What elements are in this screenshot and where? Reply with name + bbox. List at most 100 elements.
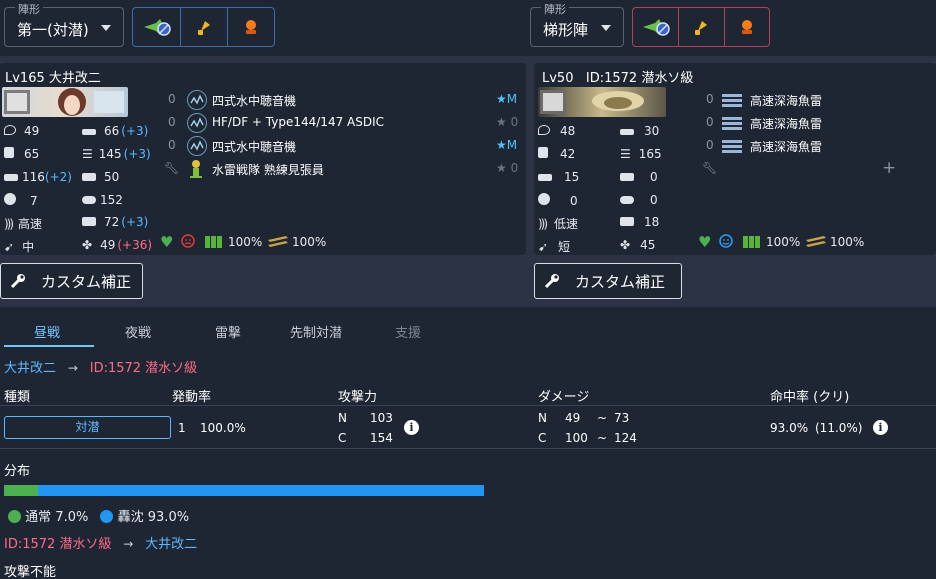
- power-normal-value: 103: [370, 411, 393, 425]
- no-aircraft-toggle[interactable]: [133, 8, 180, 46]
- equipment-name: 水雷戦隊 熟練見張員: [212, 163, 324, 177]
- searchlight-toggle[interactable]: [180, 8, 227, 46]
- searchlight-toggle[interactable]: [678, 8, 723, 46]
- defender-link[interactable]: ID:1572 潜水ソ級: [90, 361, 197, 376]
- enemy-ship-card: Lv50 ID:1572 潜水ソ級 48 42 15 0 ))) 低速 ➹ 短 30…: [534, 63, 936, 255]
- tab-night-battle[interactable]: 夜戦: [125, 322, 151, 341]
- normal-pct: 7.0%: [55, 510, 89, 525]
- range-value: 中: [22, 240, 35, 254]
- lookout-icon: [188, 159, 204, 182]
- tab-torpedo[interactable]: 雷撃: [215, 322, 241, 341]
- equipment-slot[interactable]: 0 高速深海魚雷: [698, 136, 934, 160]
- equipment-slot[interactable]: 0 高速深海魚雷: [698, 90, 934, 114]
- tab-day-battle[interactable]: 昼戦: [34, 322, 60, 341]
- slot-count: 0: [168, 115, 176, 129]
- slot-count: 0: [706, 92, 714, 106]
- damage-normal-sep: ~: [597, 411, 608, 425]
- ship-header: Lv165 大井改二: [5, 71, 101, 86]
- distribution-segment-sunk: [37, 485, 484, 496]
- aircraft-value: 7: [30, 194, 38, 208]
- no-aircraft-icon: [642, 19, 670, 36]
- firepower-icon: [620, 129, 634, 135]
- equipment-slot[interactable]: 0 高速深海魚雷: [698, 113, 934, 137]
- firepower-value: 30: [644, 124, 660, 138]
- chevron-down-icon: [101, 25, 111, 31]
- range-icon: ➹: [538, 240, 549, 254]
- defender-link[interactable]: 大井改二: [145, 537, 197, 552]
- hp-icon: [538, 125, 550, 135]
- flare-toggle[interactable]: [723, 8, 769, 46]
- distribution-bar: [4, 485, 484, 496]
- power-info-icon[interactable]: i: [404, 420, 419, 435]
- attack-type-badge[interactable]: 対潜: [4, 416, 171, 439]
- equipment-name: 高速深海魚雷: [750, 94, 823, 108]
- asw-value: 72: [104, 215, 120, 229]
- armor-value: 42: [560, 147, 576, 161]
- sonar-icon: [187, 136, 207, 156]
- attacker-link[interactable]: 大井改二: [4, 361, 56, 376]
- ship-banner[interactable]: [538, 87, 666, 117]
- button-label: カスタム補正: [575, 272, 666, 291]
- arrow-right-icon: →: [67, 361, 78, 375]
- distribution-title: 分布: [4, 464, 31, 479]
- equipment-slot[interactable]: 0 HF/DF + Type144/147 ASDIC ★ 0: [160, 113, 524, 137]
- aircraft-icon: [4, 193, 16, 205]
- hit-info-icon[interactable]: i: [873, 420, 888, 435]
- col-header-damage: ダメージ: [538, 390, 590, 405]
- evasion-bonus: (+2): [44, 170, 72, 184]
- attacker-link[interactable]: ID:1572 潜水ソ級: [4, 537, 111, 552]
- asw-plane-icon: [82, 196, 96, 204]
- firepower-value: 66: [104, 124, 120, 138]
- proficiency-rank: ★M: [496, 138, 518, 152]
- enemy-toggle-group: [632, 7, 770, 47]
- equipment-slot-extra[interactable]: 🔧︎ +: [698, 158, 934, 183]
- active-tab-indicator: [4, 345, 94, 347]
- condition-icon: [719, 234, 733, 251]
- damage-crit-min: 100: [565, 431, 588, 445]
- no-aircraft-toggle[interactable]: [633, 8, 678, 46]
- crit-rate: (11.0%): [815, 421, 863, 435]
- range-icon: ➹: [4, 240, 15, 254]
- custom-correction-button[interactable]: カスタム補正: [534, 263, 682, 299]
- sonar-icon: [187, 113, 207, 133]
- hp-value: 49: [24, 124, 40, 138]
- hp-icon: [4, 125, 16, 135]
- formation-legend: 陣形: [541, 1, 569, 17]
- anti-air-value: 0: [650, 170, 658, 184]
- ship-banner[interactable]: [2, 87, 128, 117]
- torpedo-equipment-icon: [722, 93, 744, 110]
- custom-correction-button[interactable]: カスタム補正: [0, 263, 143, 299]
- formation-value: 第一(対潜): [17, 21, 89, 39]
- friendly-toggle-group: [132, 7, 275, 47]
- distribution-segment-normal: [4, 485, 38, 496]
- equipment-slot[interactable]: 0 四式水中聴音機 ★M: [160, 90, 524, 114]
- speed-icon: ))): [538, 217, 548, 231]
- anti-air-value: 50: [104, 170, 120, 184]
- equipment-slot-extra[interactable]: 🔧︎ 水雷戦隊 熟練見張員 ★ 0: [160, 159, 524, 183]
- torpedo-value: 165: [638, 147, 662, 161]
- formation-select-right[interactable]: 陣形 梯形陣: [530, 1, 624, 47]
- add-slot-icon[interactable]: +: [882, 158, 896, 178]
- power-crit-value: 154: [370, 431, 393, 445]
- proficiency-rank: ★ 0: [496, 115, 519, 129]
- torpedo-equipment-icon: [722, 139, 744, 156]
- torpedo-value: 145: [98, 147, 122, 161]
- slot-count: 0: [706, 138, 714, 152]
- flare-toggle[interactable]: [227, 8, 274, 46]
- formation-select-left[interactable]: 陣形 第一(対潜): [4, 1, 124, 47]
- evasion-value: 15: [564, 170, 580, 184]
- formation-legend: 陣形: [15, 1, 43, 17]
- wrench-icon: 🔧︎: [702, 161, 718, 175]
- normal-label: 通常: [25, 510, 52, 525]
- tab-opening-asw[interactable]: 先制対潜: [290, 322, 342, 341]
- speed-icon: ))): [4, 217, 14, 231]
- equipment-slot[interactable]: 0 四式水中聴音機 ★M: [160, 136, 524, 160]
- ship-header: Lv50 ID:1572 潜水ソ級: [542, 71, 694, 86]
- asw-plane-value: 152: [100, 193, 123, 207]
- ammo-icon: [806, 236, 828, 251]
- tab-support[interactable]: 支援: [395, 322, 421, 341]
- fuel-icon: [205, 234, 223, 251]
- equipment-name: 高速深海魚雷: [750, 117, 823, 131]
- divider: [0, 405, 936, 406]
- sonar-icon: [187, 90, 207, 110]
